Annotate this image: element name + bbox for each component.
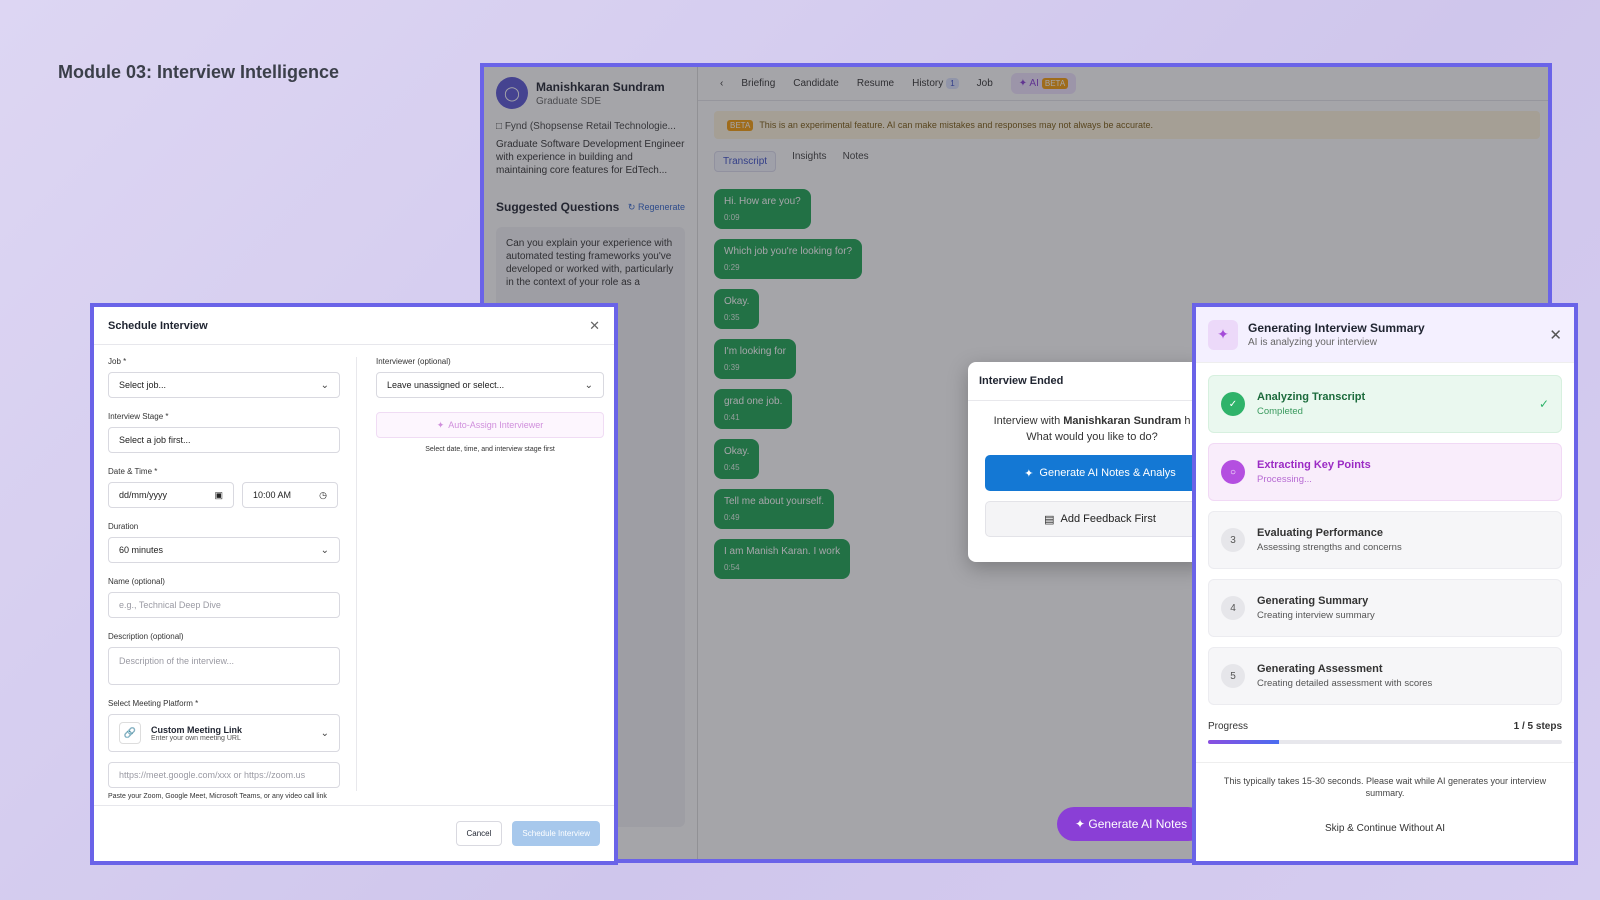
interview-ended-message: Interview with Manishkaran Sundram h Wha… bbox=[993, 415, 1191, 443]
close-icon[interactable]: ✕ bbox=[1549, 326, 1562, 344]
chevron-down-icon: ⌄ bbox=[584, 379, 593, 391]
step-number: 5 bbox=[1221, 664, 1245, 688]
check-circle-icon: ✓ bbox=[1221, 392, 1245, 416]
interviewer-select[interactable]: Leave unassigned or select... ⌄ bbox=[376, 372, 604, 398]
summary-subtitle: AI is analyzing your interview bbox=[1248, 337, 1377, 348]
chevron-down-icon: ⌄ bbox=[320, 544, 329, 556]
description-label: Description (optional) bbox=[108, 632, 184, 641]
auto-assign-button[interactable]: ✦ Auto-Assign Interviewer bbox=[376, 412, 604, 438]
meeting-url-input[interactable]: https://meet.google.com/xxx or https://z… bbox=[108, 762, 340, 788]
sparkle-icon: ✦ bbox=[1208, 319, 1238, 350]
time-input[interactable]: 10:00 AM ◷ bbox=[242, 482, 338, 508]
step-number: 4 bbox=[1221, 596, 1245, 620]
step-item: 3 Evaluating Performance Assessing strengt… bbox=[1208, 511, 1562, 569]
chevron-down-icon: ⌄ bbox=[320, 379, 329, 391]
name-input[interactable]: e.g., Technical Deep Dive bbox=[108, 592, 340, 618]
date-input[interactable]: dd/mm/yyyy ▣ bbox=[108, 482, 234, 508]
generating-summary-panel: ✦ Generating Interview Summary AI is ana… bbox=[1192, 303, 1578, 865]
job-select[interactable]: Select job... ⌄ bbox=[108, 372, 340, 398]
schedule-interview-modal: Schedule Interview ✕ Job * Select job...… bbox=[90, 303, 618, 865]
generate-ai-notes-button[interactable]: ✦ Generate AI Notes & Analys bbox=[985, 455, 1208, 491]
step-title: Generating Assessment bbox=[1257, 663, 1383, 675]
platform-sub: Enter your own meeting URL bbox=[151, 734, 241, 742]
interviewer-label: Interviewer (optional) bbox=[376, 357, 451, 366]
step-item: 5 Generating Assessment Creating detailed … bbox=[1208, 647, 1562, 705]
duration-label: Duration bbox=[108, 522, 139, 531]
platform-select[interactable]: 🔗 Custom Meeting Link Enter your own mee… bbox=[108, 714, 340, 752]
duration-select[interactable]: 60 minutes ⌄ bbox=[108, 537, 340, 563]
document-icon: ▤ bbox=[1044, 513, 1055, 526]
summary-note: This typically takes 15-30 seconds. Plea… bbox=[1196, 762, 1574, 799]
step-number: 3 bbox=[1221, 528, 1245, 552]
step-title: Analyzing Transcript bbox=[1257, 391, 1366, 403]
close-icon[interactable]: ✕ bbox=[589, 318, 600, 334]
progress-bar bbox=[1208, 740, 1562, 744]
check-icon: ✓ bbox=[1538, 397, 1549, 411]
schedule-interview-button[interactable]: Schedule Interview bbox=[512, 821, 600, 846]
step-status: Creating interview summary bbox=[1257, 610, 1375, 621]
module-title: Module 03: Interview Intelligence bbox=[58, 62, 340, 82]
step-title: Evaluating Performance bbox=[1257, 527, 1383, 539]
interview-ended-title: Interview Ended bbox=[968, 362, 1208, 401]
step-status: Processing... bbox=[1257, 474, 1312, 485]
platform-name: Custom Meeting Link bbox=[151, 724, 243, 735]
step-item: ✓ Analyzing Transcript Completed ✓ bbox=[1208, 375, 1562, 433]
cancel-button[interactable]: Cancel bbox=[455, 821, 503, 846]
schedule-title: Schedule Interview bbox=[108, 319, 208, 332]
column-divider bbox=[356, 357, 357, 791]
progress-fill bbox=[1208, 740, 1279, 744]
stage-select[interactable]: Select a job first... bbox=[108, 427, 340, 453]
step-list: ✓ Analyzing Transcript Completed ✓ ○ Extracti… bbox=[1196, 363, 1574, 705]
datetime-label: Date & Time * bbox=[108, 467, 158, 476]
link-icon: 🔗 bbox=[119, 722, 141, 744]
progress-label: Progress bbox=[1208, 721, 1249, 732]
step-status: Completed bbox=[1257, 406, 1303, 417]
step-item: 4 Generating Summary Creating interview su… bbox=[1208, 579, 1562, 637]
name-label: Name (optional) bbox=[108, 577, 165, 586]
auto-assign-hint: Select date, time, and interview stage f… bbox=[425, 446, 555, 453]
generate-ai-notes-floating-button[interactable]: ✦ Generate AI Notes bbox=[1057, 807, 1206, 841]
clock-icon: ◷ bbox=[319, 489, 327, 500]
job-label: Job * bbox=[108, 357, 127, 366]
chevron-down-icon: ⌄ bbox=[320, 727, 329, 739]
skip-continue-button[interactable]: Skip & Continue Without AI bbox=[1196, 823, 1574, 834]
step-title: Extracting Key Points bbox=[1257, 459, 1371, 471]
step-title: Generating Summary bbox=[1257, 595, 1369, 607]
progress-count: 1 / 5 steps bbox=[1513, 721, 1562, 732]
step-item: ○ Extracting Key Points Processing... bbox=[1208, 443, 1562, 501]
step-status: Assessing strengths and concerns bbox=[1257, 542, 1402, 553]
step-status: Creating detailed assessment with scores bbox=[1257, 678, 1433, 689]
calendar-icon: ▣ bbox=[214, 489, 223, 500]
add-feedback-button[interactable]: ▤ Add Feedback First bbox=[985, 501, 1208, 537]
summary-title: Generating Interview Summary bbox=[1248, 321, 1425, 335]
description-input[interactable]: Description of the interview... bbox=[108, 647, 340, 685]
platform-label: Select Meeting Platform * bbox=[108, 699, 199, 708]
spinner-icon: ○ bbox=[1221, 460, 1245, 484]
meeting-url-hint: Paste your Zoom, Google Meet, Microsoft … bbox=[108, 793, 327, 800]
stage-label: Interview Stage * bbox=[108, 412, 169, 421]
interview-ended-dialog: Interview Ended Interview with Manishkar… bbox=[968, 362, 1208, 562]
